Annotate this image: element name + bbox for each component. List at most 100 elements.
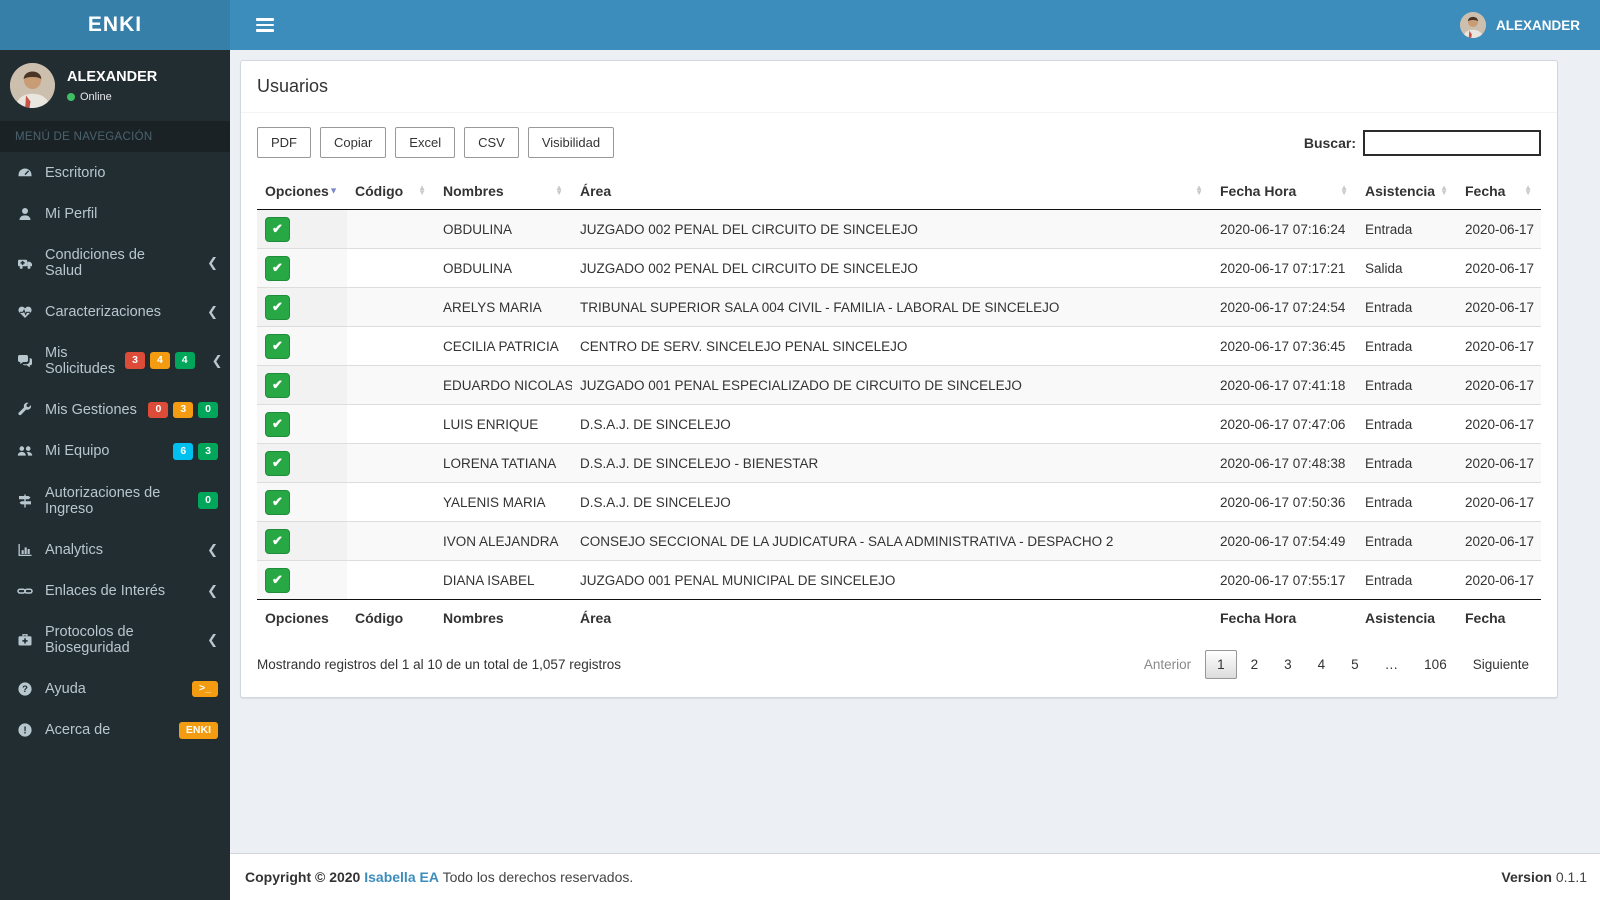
cell-asistencia: Entrada [1357,365,1457,405]
table-row: ✔ YALENIS MARIA D.S.A.J. DE SINCELEJO 20… [257,482,1541,522]
cell-nombres: ARELYS MARIA [435,287,572,327]
pagination-page-3[interactable]: 3 [1272,650,1304,679]
sidebar-item-mi-equipo[interactable]: Mi Equipo 63 [0,431,230,473]
visibilidad-button[interactable]: Visibilidad [527,127,615,158]
col-header-fecha-hora[interactable]: Fecha Hora ▲ ▼ [1212,173,1357,210]
badge: 3 [198,443,218,460]
cell-area: D.S.A.J. DE SINCELEJO - BIENESTAR [572,443,1212,483]
cell-nombres: YALENIS MARIA [435,482,572,522]
cell-fecha-hora: 2020-06-17 07:24:54 [1212,287,1357,327]
table-row: ✔ OBDULINA JUZGADO 002 PENAL DEL CIRCUIT… [257,248,1541,288]
cell-nombres: CECILIA PATRICIA [435,326,572,366]
medkit-icon [15,632,35,648]
cell-area: JUZGADO 001 PENAL ESPECIALIZADO DE CIRCU… [572,365,1212,405]
cell-fecha-hora: 2020-06-17 07:47:06 [1212,404,1357,444]
sidebar-item-enlaces-de-inter-s[interactable]: Enlaces de Interés ❮ [0,570,230,611]
sidebar-item-caracterizaciones[interactable]: Caracterizaciones ❮ [0,291,230,332]
table-row: ✔ IVON ALEJANDRA CONSEJO SECCIONAL DE LA… [257,521,1541,561]
sidebar-item-autorizaciones-de-ingreso[interactable]: Autorizaciones de Ingreso 0 [0,472,230,529]
cell-fecha: 2020-06-17 [1457,443,1541,483]
svg-text:?: ? [22,684,28,695]
row-check-button[interactable]: ✔ [265,450,290,476]
pagination-next[interactable]: Siguiente [1461,650,1541,679]
excel-button[interactable]: Excel [395,127,456,158]
csv-button[interactable]: CSV [464,127,519,158]
col-header-asistencia[interactable]: Asistencia ▲ ▼ [1357,173,1457,210]
wrench-icon [15,402,35,418]
chevron-left-icon: ❮ [207,541,218,557]
pagination-prev[interactable]: Anterior [1132,650,1203,679]
sidebar-toggle-icon[interactable] [245,0,285,50]
row-check-button[interactable]: ✔ [265,411,290,437]
pagination-page-1[interactable]: 1 [1205,650,1237,679]
sort-both-icon: ▲ ▼ [555,183,563,197]
col-header-c-digo[interactable]: Código ▲ ▼ [347,173,435,210]
cell-fecha: 2020-06-17 [1457,326,1541,366]
badge: 3 [125,352,145,369]
cell-asistencia: Salida [1357,248,1457,288]
sidebar-item-acerca-de[interactable]: ! Acerca de ENKI [0,710,230,752]
badge: 0 [198,401,218,419]
sidebar-item-protocolos-de-bioseguridad[interactable]: Protocolos de Bioseguridad ❮ [0,611,230,668]
brand-logo[interactable]: ENKI [0,0,230,50]
cell-fecha: 2020-06-17 [1457,365,1541,405]
pdf-button[interactable]: PDF [257,127,311,158]
badge: 4 [149,352,170,369]
sidebar-item-escritorio[interactable]: Escritorio [0,152,230,193]
cell-fecha: 2020-06-17 [1457,521,1541,561]
row-check-button[interactable]: ✔ [265,372,290,398]
search-input[interactable] [1363,129,1541,156]
table-header-row: Opciones ▼ Código ▲ ▼ Nombres ▲ ▼ Área ▲ ▼ Fecha Ho… [257,173,1541,210]
pagination-page-4[interactable]: 4 [1306,650,1338,679]
col-header-opciones[interactable]: Opciones ▼ [257,173,347,210]
cell-fecha-hora: 2020-06-17 07:54:49 [1212,521,1357,561]
footer-col-fecha: Fecha [1457,599,1541,636]
sidebar-item-condiciones-de-salud[interactable]: Condiciones de Salud ❮ [0,234,230,291]
copiar-button[interactable]: Copiar [320,127,387,158]
chevron-left-icon: ❮ [207,631,218,647]
dashboard-icon [15,165,35,181]
sidebar-item-mis-gestiones[interactable]: Mis Gestiones 030 [0,389,230,431]
pagination-page-…[interactable]: … [1373,650,1411,679]
cell-fecha: 2020-06-17 [1457,560,1541,600]
online-dot-icon [67,92,75,101]
cell-asistencia: Entrada [1357,521,1457,561]
sidebar-item-mi-perfil[interactable]: Mi Perfil [0,193,230,234]
row-check-button[interactable]: ✔ [265,216,290,242]
row-check-button[interactable]: ✔ [265,528,290,554]
col-header-nombres[interactable]: Nombres ▲ ▼ [435,173,572,210]
copyright-text: Copyright © 2020 Isabella EA Todo los de… [245,869,634,885]
col-header--rea[interactable]: Área ▲ ▼ [572,173,1212,210]
pagination-page-5[interactable]: 5 [1339,650,1371,679]
chevron-left-icon: ❮ [211,352,223,368]
cell-fecha: 2020-06-17 [1457,404,1541,444]
sidebar-item-ayuda[interactable]: ? Ayuda >_ [0,668,230,710]
version-text: Version 0.1.1 [1501,869,1587,885]
cell-asistencia: Entrada [1357,560,1457,600]
sidebar-item-mis-solicitudes[interactable]: Mis Solicitudes 344 ❮ [0,332,230,389]
cell-fecha-hora: 2020-06-17 07:36:45 [1212,326,1357,366]
row-check-button[interactable]: ✔ [265,567,290,593]
brand-link[interactable]: Isabella EA [364,869,439,885]
sort-desc-icon: ▼ [329,185,338,196]
cell-area: D.S.A.J. DE SINCELEJO [572,404,1212,444]
row-check-button[interactable]: ✔ [265,255,290,281]
cell-nombres: LUIS ENRIQUE [435,404,572,444]
cell-codigo [347,365,435,405]
cell-asistencia: Entrada [1357,287,1457,327]
row-check-button[interactable]: ✔ [265,294,290,320]
user-avatar [1459,12,1486,38]
cell-fecha: 2020-06-17 [1457,482,1541,522]
row-check-button[interactable]: ✔ [265,333,290,359]
pagination-page-106[interactable]: 106 [1412,650,1459,679]
sidebar-menu: Escritorio Mi Perfil Condiciones de Salu… [0,152,230,751]
sidebar-user-status[interactable]: Online [67,91,157,103]
cell-asistencia: Entrada [1357,326,1457,366]
chevron-left-icon: ❮ [207,254,218,270]
user-menu[interactable]: ALEXANDER [1455,12,1585,38]
table-row: ✔ ARELYS MARIA TRIBUNAL SUPERIOR SALA 00… [257,287,1541,327]
pagination-page-2[interactable]: 2 [1239,650,1271,679]
row-check-button[interactable]: ✔ [265,489,290,515]
sidebar-item-analytics[interactable]: Analytics ❮ [0,529,230,570]
col-header-fecha[interactable]: Fecha ▲ ▼ [1457,173,1541,210]
